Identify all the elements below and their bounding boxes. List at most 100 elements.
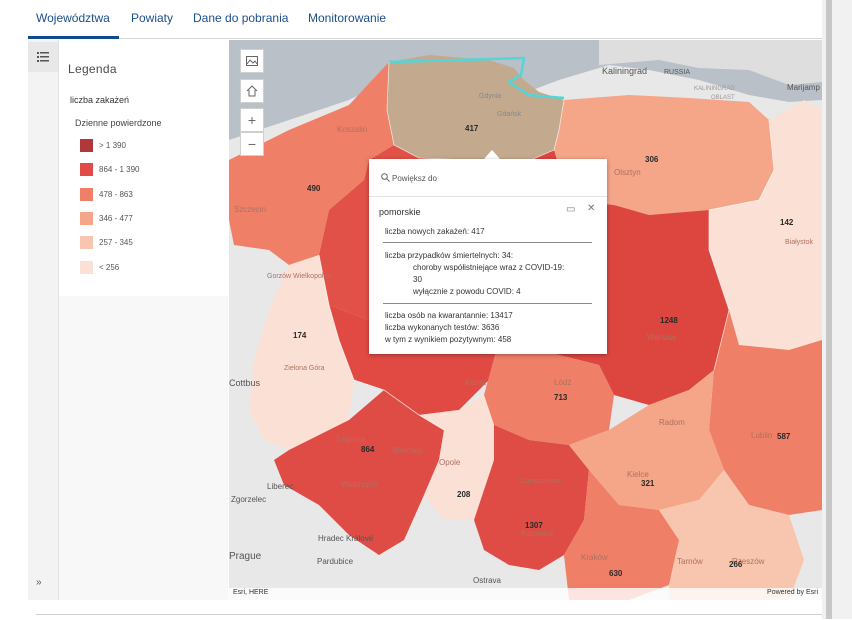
basemap-icon [246, 56, 258, 66]
map-attribution: Esri, HERE Powered by Esri [229, 588, 822, 600]
place-label: Kraków [581, 553, 608, 562]
place-label: Gdańsk [497, 111, 522, 118]
place-label: Marijamp [787, 83, 820, 92]
region-value: 174 [293, 331, 307, 340]
legend-list-icon [37, 52, 49, 62]
region-value: 864 [361, 445, 375, 454]
place-label: KALININGRAD [694, 86, 735, 92]
legend-class-label: < 256 [99, 262, 120, 272]
place-label: Gorzów Wielkopolski [267, 273, 332, 280]
place-label: Pardubice [317, 557, 354, 566]
place-label: Zgorzelec [231, 495, 266, 504]
place-label: Koszalin [337, 125, 367, 134]
legend-swatch [80, 162, 93, 176]
legend-class-label: 864 - 1 390 [99, 164, 140, 174]
basemap-gallery-button[interactable] [240, 49, 264, 73]
place-label: Warsaw [647, 333, 676, 342]
place-label: Cottbus [229, 378, 261, 388]
region-value: 306 [645, 155, 659, 164]
legend-class-label: > 1 390 [99, 140, 126, 150]
place-label: Ostrava [473, 576, 502, 585]
place-label: Kielce [627, 470, 649, 479]
place-label: Legnica [337, 435, 366, 444]
legend-swatch [80, 211, 93, 225]
legend-title: Legenda [68, 62, 117, 76]
place-label: RUSSIA [664, 69, 690, 76]
popup-positive: w tym z wynikiem pozytywnym: 458 [385, 335, 512, 344]
powered-by-text: Powered by Esri [767, 589, 818, 596]
close-icon[interactable]: ✕ [587, 203, 595, 214]
place-label: Radom [659, 418, 685, 427]
legend-swatch [80, 235, 93, 249]
tab-dane-do-pobrania[interactable]: Dane do pobrania [193, 11, 288, 25]
popup-deaths: liczba przypadków śmiertelnych: 34: [385, 251, 514, 260]
legend-layer-name: liczba zakażeń [70, 95, 130, 105]
minus-icon: − [247, 136, 257, 152]
zoom-to-action[interactable]: Powiększ do [381, 173, 437, 183]
widget-strip [28, 40, 59, 600]
expand-sidebar-icon[interactable]: » [36, 577, 42, 588]
legend-class: 478 - 863 [80, 187, 133, 201]
legend-toggle-button[interactable] [28, 42, 58, 72]
place-label: Kaliningrad [602, 66, 647, 76]
zoom-out-button[interactable]: − [240, 132, 264, 156]
tab-divider [119, 38, 822, 39]
legend-class-label: 346 - 477 [99, 213, 133, 223]
legend-class: < 256 [80, 260, 119, 274]
legend-field-name: Dzienne powierdzone [75, 118, 162, 128]
place-label: OBLAST [711, 95, 735, 101]
region-value: 321 [641, 479, 655, 488]
place-label: Olsztyn [614, 168, 641, 177]
place-label: Opole [439, 458, 461, 467]
place-label: Katowice [521, 529, 554, 538]
popup-divider [369, 196, 607, 197]
place-label: Tarnów [677, 557, 703, 566]
region-value: 266 [729, 560, 743, 569]
plus-icon: + [247, 112, 257, 128]
place-label: Łódź [554, 378, 571, 387]
legend-class: 864 - 1 390 [80, 162, 139, 176]
bottom-panel-edge [36, 614, 822, 620]
place-label: Hradec Králové [318, 534, 374, 543]
region-value: 587 [777, 432, 791, 441]
place-label: Lublin [751, 431, 772, 440]
legend-class: 257 - 345 [80, 235, 133, 249]
place-label: Kalisz [465, 378, 486, 387]
zoom-in-button[interactable]: + [240, 108, 264, 132]
tab-monitorowanie[interactable]: Monitorowanie [308, 11, 386, 25]
place-label: Gdynia [479, 93, 501, 100]
place-label: Szczecin [234, 205, 266, 214]
scrollbar-thumb[interactable] [826, 0, 832, 619]
tab-wojewodztwa[interactable]: Województwa [36, 11, 110, 25]
dock-icon[interactable]: ▭ [566, 204, 575, 215]
place-label: Prague [229, 551, 262, 562]
popup-comorbid: choroby współistniejące wraz z COVID-19: [413, 263, 565, 272]
place-label: Liberec [267, 482, 293, 491]
zoom-to-label: Powiększ do [392, 174, 437, 183]
popup-covid-only: wyłącznie z powodu COVID: 4 [413, 287, 521, 296]
magnifier-icon [381, 173, 390, 182]
popup-rule [383, 242, 592, 243]
attribution-text: Esri, HERE [233, 589, 269, 596]
active-tab-indicator [28, 36, 119, 39]
legend-class: > 1 390 [80, 138, 126, 152]
place-label: Wałbrzych [341, 480, 378, 489]
popup-comorbid-value: 30 [413, 275, 422, 284]
popup-quarantine: liczba osób na kwarantannie: 13417 [385, 311, 513, 320]
place-label: Białystok [785, 239, 814, 246]
region-value: 142 [780, 218, 794, 227]
place-label: Wrocław [392, 446, 423, 455]
legend-swatch [80, 260, 93, 274]
popup-new-cases: liczba nowych zakażeń: 417 [385, 227, 485, 236]
legend-class: 346 - 477 [80, 211, 133, 225]
place-label: Częstochowa [519, 478, 561, 485]
region-value: 1248 [660, 316, 678, 325]
popup-rule [383, 303, 592, 304]
tab-powiaty[interactable]: Powiaty [131, 11, 173, 25]
place-label: Zielona Góra [284, 365, 325, 372]
popup-title: pomorskie [379, 207, 421, 217]
legend-class-label: 478 - 863 [99, 189, 133, 199]
legend-swatch [80, 138, 93, 152]
legend-class-label: 257 - 345 [99, 237, 133, 247]
home-button[interactable] [240, 79, 264, 103]
